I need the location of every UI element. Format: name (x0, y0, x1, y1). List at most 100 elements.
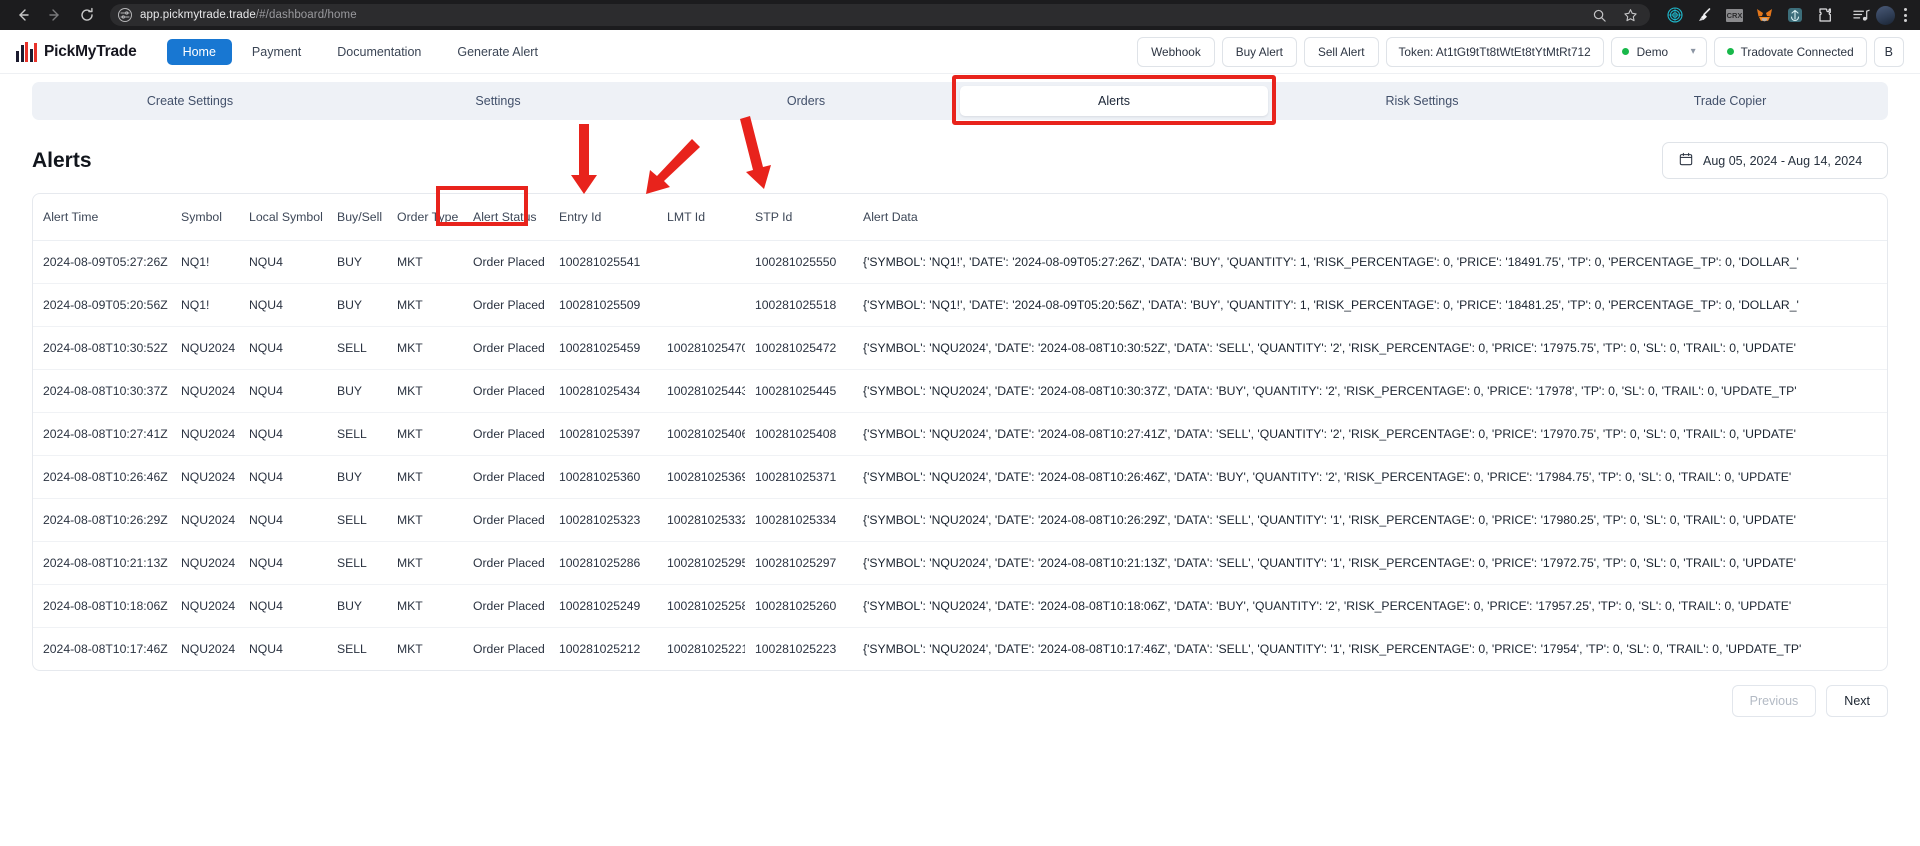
cell-lmt-id: 100281025470 (657, 326, 745, 370)
column-header-buy-sell[interactable]: Buy/Sell (327, 194, 387, 241)
cell-alert-data: {'SYMBOL': 'NQU2024', 'DATE': '2024-08-0… (853, 584, 1887, 628)
puzzle-extensions-icon[interactable] (1816, 7, 1833, 24)
next-page-button[interactable]: Next (1826, 685, 1888, 717)
anchor-extension-icon[interactable] (1786, 7, 1803, 24)
nav-item-generate-alert[interactable]: Generate Alert (441, 39, 554, 65)
table-row[interactable]: 2024-08-08T10:30:52Z NQU2024 NQU4 SELL MKT Or… (33, 326, 1887, 370)
cell-stp-id: 100281025408 (745, 412, 853, 456)
column-header-alert-status[interactable]: Alert Status (463, 194, 549, 241)
table-row[interactable]: 2024-08-08T10:26:29Z NQU2024 NQU4 SELL MKT Or… (33, 498, 1887, 542)
table-row[interactable]: 2024-08-08T10:26:46Z NQU2024 NQU4 BUY MKT Ord… (33, 455, 1887, 499)
broom-extension-icon[interactable] (1696, 7, 1713, 24)
cell-lmt-id (657, 283, 745, 327)
column-header-local-symbol[interactable]: Local Symbol (239, 194, 327, 241)
cell-local-symbol: NQU4 (239, 584, 327, 628)
cell-stp-id: 100281025518 (745, 283, 853, 327)
column-header-symbol[interactable]: Symbol (171, 194, 239, 241)
cell-local-symbol: NQU4 (239, 498, 327, 542)
connection-status-badge: Tradovate Connected (1713, 36, 1867, 67)
token-display[interactable]: Token: At1tGt9tTt8tWtEt8tYtMtRt712 (1385, 36, 1604, 67)
buy-alert-button[interactable]: Buy Alert (1221, 36, 1297, 67)
cell-symbol: NQU2024 (171, 455, 239, 499)
cell-alert-data: {'SYMBOL': 'NQ1!', 'DATE': '2024-08-09T0… (853, 283, 1887, 327)
webhook-button[interactable]: Webhook (1137, 36, 1215, 67)
user-menu-button[interactable]: B (1873, 36, 1904, 67)
cell-alert-time: 2024-08-08T10:27:41Z (33, 412, 171, 456)
metamask-extension-icon[interactable] (1756, 7, 1773, 24)
crx-extension-icon[interactable]: CRX (1726, 8, 1743, 22)
column-header-lmt-id[interactable]: LMT Id (657, 194, 745, 241)
cell-order-type: MKT (387, 584, 463, 628)
tab-trade-copier[interactable]: Trade Copier (1576, 86, 1884, 116)
cell-alert-data: {'SYMBOL': 'NQU2024', 'DATE': '2024-08-0… (853, 455, 1887, 499)
account-mode-select[interactable]: Demo ▾ (1610, 36, 1707, 67)
table-row[interactable]: 2024-08-08T10:30:37Z NQU2024 NQU4 BUY MKT Ord… (33, 369, 1887, 413)
table-row[interactable]: 2024-08-08T10:18:06Z NQU2024 NQU4 BUY MKT Ord… (33, 584, 1887, 628)
cell-symbol: NQU2024 (171, 412, 239, 456)
tab-settings[interactable]: Settings (344, 86, 652, 116)
cell-local-symbol: NQU4 (239, 283, 327, 327)
cell-lmt-id (657, 240, 745, 284)
forward-arrow-icon[interactable] (42, 2, 68, 28)
column-header-entry-id[interactable]: Entry Id (549, 194, 657, 241)
cell-buy-sell: BUY (327, 455, 387, 499)
cell-alert-data: {'SYMBOL': 'NQ1!', 'DATE': '2024-08-09T0… (853, 240, 1887, 284)
reload-icon[interactable] (74, 2, 100, 28)
cell-lmt-id: 100281025406 (657, 412, 745, 456)
cell-alert-status: Order Placed (463, 455, 549, 499)
cell-alert-time: 2024-08-08T10:21:13Z (33, 541, 171, 585)
cell-symbol: NQ1! (171, 283, 239, 327)
table-row[interactable]: 2024-08-09T05:20:56Z NQ1! NQU4 BUY MKT Order … (33, 283, 1887, 327)
cell-buy-sell: BUY (327, 584, 387, 628)
column-header-stp-id[interactable]: STP Id (745, 194, 853, 241)
tab-orders[interactable]: Orders (652, 86, 960, 116)
cell-alert-status: Order Placed (463, 326, 549, 370)
star-icon[interactable] (1623, 8, 1638, 23)
table-row[interactable]: 2024-08-09T05:27:26Z NQ1! NQU4 BUY MKT Order … (33, 240, 1887, 284)
nav-item-home[interactable]: Home (166, 38, 232, 65)
sell-alert-button[interactable]: Sell Alert (1303, 36, 1379, 67)
search-icon[interactable] (1592, 8, 1607, 23)
cell-stp-id: 100281025260 (745, 584, 853, 628)
tab-alerts[interactable]: Alerts (952, 75, 1276, 125)
nav-item-payment[interactable]: Payment (236, 39, 317, 65)
cell-symbol: NQU2024 (171, 498, 239, 542)
tab-risk-settings[interactable]: Risk Settings (1268, 86, 1576, 116)
kebab-menu-icon[interactable] (1901, 8, 1910, 22)
brand-name: PickMyTrade (44, 42, 137, 60)
previous-page-button[interactable]: Previous (1731, 685, 1817, 717)
profile-avatar[interactable] (1876, 5, 1895, 25)
cell-alert-status: Order Placed (463, 283, 549, 327)
cell-lmt-id: 100281025295 (657, 541, 745, 585)
header-actions: Webhook Buy Alert Sell Alert Token: At1t… (1137, 36, 1904, 67)
cell-order-type: MKT (387, 455, 463, 499)
connection-status-label: Tradovate Connected (1740, 44, 1854, 59)
alerts-table: Alert Time Symbol Local Symbol Buy/Sell … (33, 194, 1887, 670)
nav-item-documentation[interactable]: Documentation (321, 39, 437, 65)
table-row[interactable]: 2024-08-08T10:17:46Z NQU2024 NQU4 SELL MKT Or… (33, 628, 1887, 671)
column-header-order-type[interactable]: Order Type (387, 194, 463, 241)
table-row[interactable]: 2024-08-08T10:21:13Z NQU2024 NQU4 SELL MKT Or… (33, 541, 1887, 585)
cell-stp-id: 100281025472 (745, 326, 853, 370)
cell-entry-id: 100281025360 (549, 455, 657, 499)
media-playlist-icon[interactable] (1853, 7, 1870, 24)
cell-order-type: MKT (387, 283, 463, 327)
table-row[interactable]: 2024-08-08T10:27:41Z NQU2024 NQU4 SELL MKT Or… (33, 412, 1887, 456)
column-header-alert-data[interactable]: Alert Data (853, 194, 1887, 241)
cell-alert-data: {'SYMBOL': 'NQU2024', 'DATE': '2024-08-0… (853, 369, 1887, 413)
cell-alert-time: 2024-08-08T10:17:46Z (43, 642, 168, 656)
back-arrow-icon[interactable] (10, 2, 36, 28)
cell-alert-time: 2024-08-08T10:26:29Z (33, 498, 171, 542)
brand-logo[interactable]: PickMyTrade (16, 41, 143, 62)
cell-alert-data: {'SYMBOL': 'NQU2024', 'DATE': '2024-08-0… (853, 498, 1887, 542)
address-bar[interactable]: app.pickmytrade.trade/#/dashboard/home (110, 4, 1650, 26)
date-range-picker[interactable]: Aug 05, 2024 - Aug 14, 2024 (1662, 142, 1888, 179)
column-header-alert-time[interactable]: Alert Time (33, 194, 171, 241)
cell-lmt-id: 100281025369 (657, 455, 745, 499)
site-settings-icon[interactable] (118, 8, 132, 22)
cell-order-type: MKT (387, 240, 463, 284)
tab-create-settings[interactable]: Create Settings (36, 86, 344, 116)
web3-extension-icon[interactable] (1666, 7, 1683, 24)
cell-local-symbol: NQU4 (239, 240, 327, 284)
cell-entry-id: 100281025397 (549, 412, 657, 456)
